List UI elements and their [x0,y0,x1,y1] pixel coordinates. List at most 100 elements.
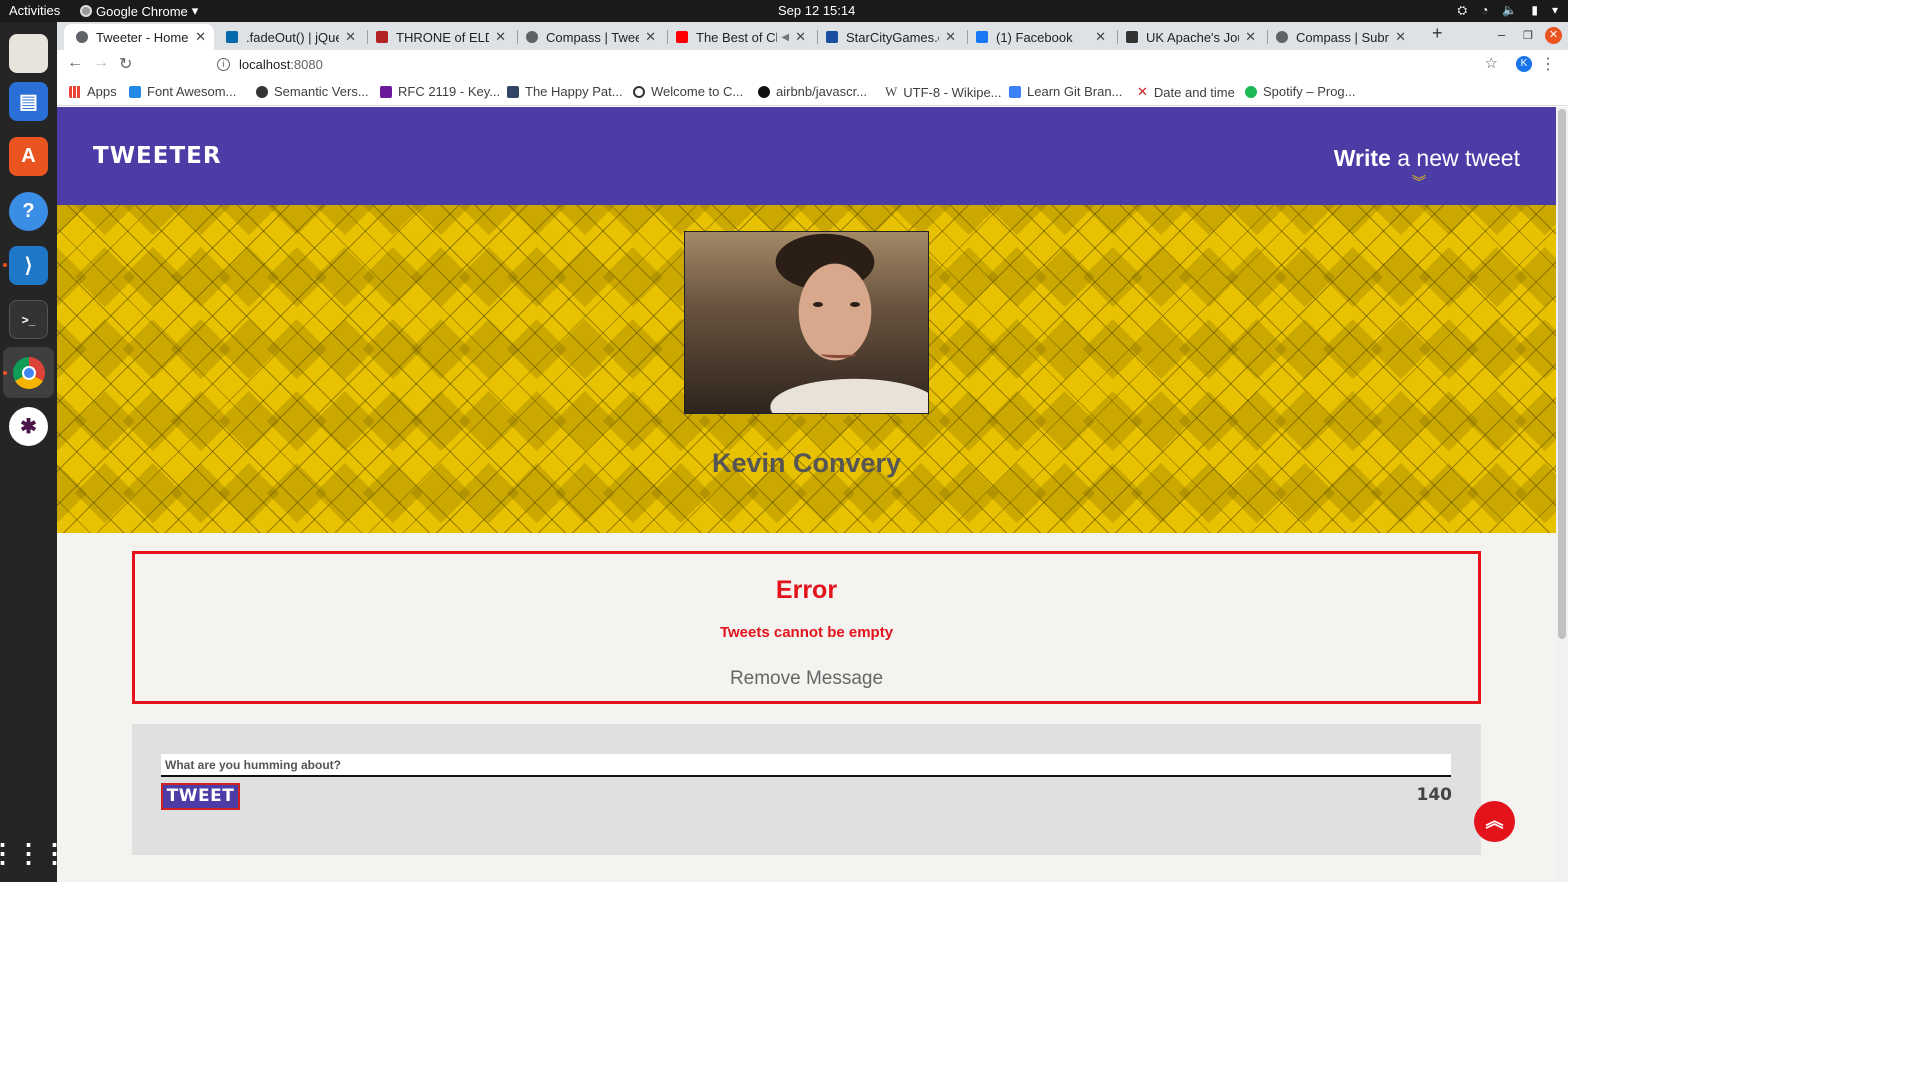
page-content: TWEETER Write a new tweet ︾ Kevin Conver… [57,107,1556,882]
tab-tweeter[interactable]: Tweeter - Home P ✕ [64,24,214,50]
bookmark-airbnb[interactable]: airbnb/javascr... [758,84,867,99]
youtube-icon [676,31,688,43]
tab-compass-tweeter[interactable]: Compass | Tweete ✕ [514,24,664,50]
tab-apache[interactable]: UK Apache's Jour ✕ [1114,24,1264,50]
bookmark-apps[interactable]: Apps [69,84,117,99]
bookmark-label: The Happy Pat... [525,84,623,99]
battery-icon: ▮ [1531,3,1538,17]
compose-bold: Write [1333,145,1391,171]
back-button[interactable]: ← [67,54,83,72]
tab-title: Tweeter - Home P [96,29,189,45]
terminal-icon[interactable]: >_ [9,300,48,339]
bookmark-spotify[interactable]: Spotify – Prog... [1245,84,1356,99]
window-close-button[interactable]: ✕ [1545,27,1562,44]
dock: ▤ A ? ⟩ >_ ✱ ⋮⋮⋮ [0,22,68,882]
activities-button[interactable]: Activities [9,3,60,18]
tab-title: (1) Facebook [996,29,1073,45]
bookmark-label: Semantic Vers... [274,84,369,99]
clock[interactable]: Sep 12 15:14 [778,3,855,18]
reload-button[interactable]: ↻ [119,54,132,74]
bookmark-utf8[interactable]: W UTF-8 - Wikipe... [885,84,1002,100]
close-icon[interactable]: ✕ [1245,29,1256,45]
scrollbar-thumb[interactable] [1558,109,1566,639]
system-top-bar: Activities Google Chrome ▾ Sep 12 15:14 … [0,0,1568,22]
help-icon[interactable]: ? [9,192,48,231]
write-tweet-link[interactable]: Write a new tweet [1334,145,1520,172]
page-scrollbar[interactable] [1556,107,1568,882]
scroll-to-top-button[interactable]: ︽ [1474,801,1515,842]
close-icon[interactable]: ✕ [945,29,956,45]
url-host: localhost [239,56,291,72]
writer-icon[interactable]: ▤ [9,82,48,121]
close-icon[interactable]: ✕ [1095,29,1106,45]
new-tab-button[interactable]: + [1432,23,1443,44]
chrome-icon [80,5,92,17]
star-icon [826,31,838,43]
bookmark-learn-git[interactable]: Learn Git Bran... [1009,84,1122,99]
remove-message-button[interactable]: Remove Message [135,668,1478,690]
app-menu-label: Google Chrome [96,3,188,19]
profile-avatar[interactable]: K [1516,56,1532,72]
system-tray[interactable]: ⛭ ◔ 🔈 ▮ ▾ [1458,3,1558,18]
character-counter: 140 [1416,785,1453,805]
bookmark-rfc2119[interactable]: RFC 2119 - Key... [380,84,500,99]
close-icon[interactable]: ✕ [495,29,506,45]
bookmark-label: Date and time [1153,84,1235,100]
bookmark-date-time[interactable]: ✕ Date and time [1137,84,1235,100]
close-icon[interactable]: ✕ [195,29,206,45]
vscode-icon[interactable]: ⟩ [9,246,48,285]
tab-title: Compass | Tweete [546,29,640,45]
volume-icon: 🔈 [1502,3,1518,17]
double-chevron-up-icon: ︽ [1485,811,1504,831]
audio-icon[interactable]: ◀ [781,32,789,43]
bookmark-font-awesome[interactable]: Font Awesom... [129,84,236,99]
close-icon[interactable]: ✕ [1395,29,1406,45]
tweet-input[interactable] [161,754,1451,777]
tab-title: The Best of Ch [696,29,778,45]
rfc-icon [380,85,392,98]
apps-grid-icon [69,85,81,98]
network-icon: ⛭ [1457,3,1468,17]
bookmark-welcome[interactable]: Welcome to C... [633,84,743,99]
files-icon[interactable] [9,34,48,73]
font-awesome-icon [129,85,141,98]
bookmark-star-icon[interactable]: ☆ [1485,54,1498,72]
double-chevron-down-icon[interactable]: ︾ [1412,172,1426,192]
menu-icon[interactable]: ⋮ [1540,54,1556,74]
app-menu[interactable]: Google Chrome ▾ [80,3,198,19]
jquery-icon [226,31,238,43]
forward-button[interactable]: → [93,54,109,72]
close-icon[interactable]: ✕ [345,29,356,45]
happy-path-icon [507,85,519,98]
bookmark-happy-path[interactable]: The Happy Pat... [507,84,623,99]
tab-jquery[interactable]: .fadeOut() | jQuer ✕ [214,24,364,50]
bookmark-semver[interactable]: Semantic Vers... [256,84,369,99]
chevron-down-icon: ▾ [191,3,199,18]
tab-youtube[interactable]: The Best of Ch ◀ ✕ [664,24,814,50]
slack-icon[interactable]: ✱ [9,407,48,446]
tweet-button[interactable]: TWEET [161,783,240,810]
close-icon[interactable]: ✕ [645,29,656,45]
tab-facebook[interactable]: (1) Facebook ✕ [964,24,1114,50]
tab-throne[interactable]: THRONE of ELDR ✕ [364,24,514,50]
chrome-dock-icon[interactable] [3,347,54,398]
profile-header: Kevin Convery [57,205,1556,533]
software-center-icon[interactable]: A [9,137,48,176]
close-icon[interactable]: ✕ [795,29,806,45]
brand-logo[interactable]: TWEETER [93,143,222,169]
tab-compass-submit[interactable]: Compass | Submi ✕ [1264,24,1414,50]
profile-avatar-image [684,231,929,414]
address-bar[interactable]: i localhost:8080 [207,52,1507,76]
bookmark-label: RFC 2119 - Key... [398,84,501,99]
restore-button[interactable]: ❐ [1523,29,1533,42]
info-icon[interactable]: i [217,57,230,71]
minimize-button[interactable]: – [1498,27,1505,42]
show-apps-icon[interactable]: ⋮⋮⋮ [0,834,68,873]
bookmark-label: Apps [87,84,117,99]
url-port: :8080 [290,56,323,72]
bookmark-label: UTF-8 - Wikipe... [903,84,1002,100]
tab-starcitygames[interactable]: StarCityGames.co ✕ [814,24,964,50]
bookmark-label: Welcome to C... [651,84,744,99]
bookmark-label: airbnb/javascr... [776,84,868,99]
tab-title: .fadeOut() | jQuer [246,29,340,45]
